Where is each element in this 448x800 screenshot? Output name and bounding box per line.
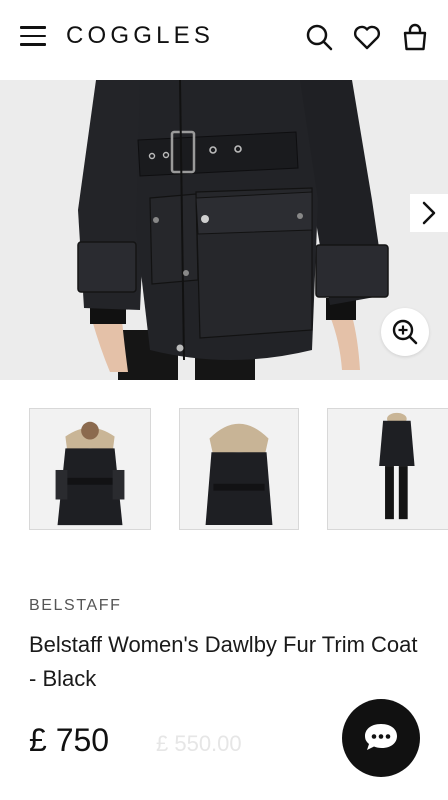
zoom-in-icon xyxy=(392,319,418,345)
thumbnail-image xyxy=(30,409,150,529)
site-header: COGGLES xyxy=(0,0,448,80)
thumbnail-image xyxy=(328,409,448,529)
site-logo[interactable]: COGGLES xyxy=(66,22,214,50)
gallery-next-button[interactable] xyxy=(410,194,448,232)
chevron-right-icon xyxy=(422,201,436,225)
product-price: £ 750 xyxy=(29,722,110,758)
thumbnail-full-length[interactable] xyxy=(327,408,448,530)
product-rrp: £ 550.00 xyxy=(156,731,242,756)
thumbnail-image xyxy=(180,409,298,529)
product-brand[interactable]: BELSTAFF xyxy=(29,597,122,615)
chat-bubble-icon xyxy=(365,724,397,750)
search-icon[interactable] xyxy=(304,22,334,52)
menu-icon[interactable] xyxy=(20,26,48,50)
heart-icon[interactable] xyxy=(352,22,382,52)
product-title: Belstaff Women's Dawlby Fur Trim Coat - … xyxy=(29,632,418,691)
bag-icon[interactable] xyxy=(400,22,430,52)
zoom-button[interactable] xyxy=(381,308,429,356)
thumbnail-back[interactable] xyxy=(179,408,299,530)
chat-button[interactable] xyxy=(342,699,420,777)
thumbnail-front[interactable] xyxy=(29,408,151,530)
